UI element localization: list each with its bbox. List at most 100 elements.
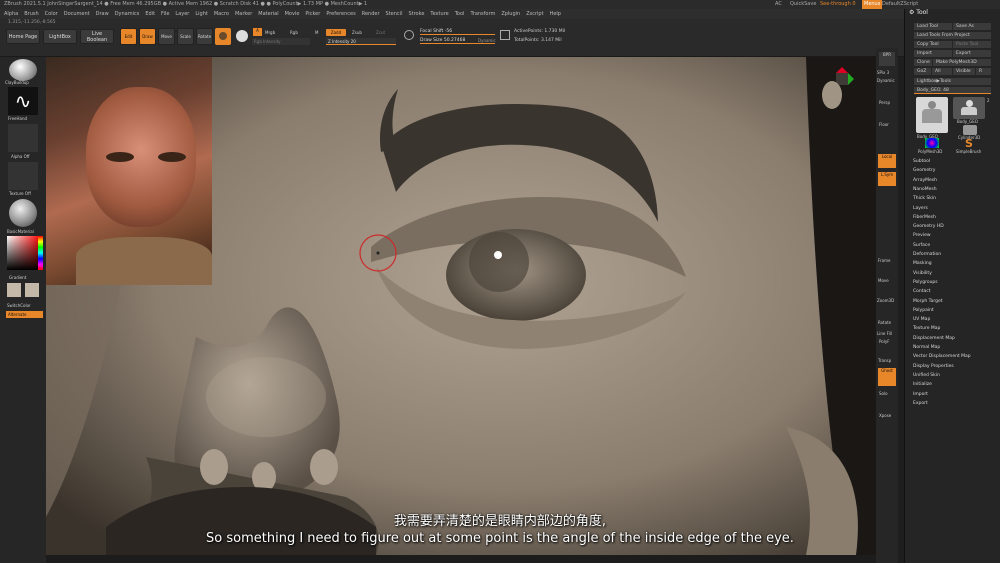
subpalette-morph-target[interactable]: Morph Target	[913, 299, 943, 304]
subpalette-arraymesh[interactable]: ArrayMesh	[913, 178, 937, 183]
rgb-intensity-slider[interactable]: Rgb Intensity	[252, 38, 310, 45]
rgb-button[interactable]: Rgb	[290, 30, 298, 35]
lsym-button[interactable]: L.Sym	[878, 172, 896, 186]
load-tool-button[interactable]: Load Tool	[914, 23, 952, 30]
menu-light[interactable]: Light	[192, 9, 210, 19]
clone-button[interactable]: Clone	[914, 59, 932, 66]
current-tool-slider[interactable]: Body_GEO. 48	[914, 87, 991, 94]
subpalette-polygroups[interactable]: Polygroups	[913, 280, 938, 285]
tool-thumb-body-geo-2[interactable]	[953, 97, 985, 119]
canvas-viewport[interactable]	[46, 57, 876, 555]
see-through-slider[interactable]: See-through 0	[820, 0, 856, 9]
solo-button[interactable]: Solo	[879, 391, 888, 396]
subpalette-surface[interactable]: Surface	[913, 243, 930, 248]
xpose-button[interactable]: Xpose	[879, 413, 891, 418]
focal-shift-slider[interactable]: Focal Shift -56	[420, 28, 495, 35]
subpalette-nanomesh[interactable]: NanoMesh	[913, 187, 937, 192]
save-as-button[interactable]: Save As	[953, 23, 991, 30]
polymesh-thumb-icon[interactable]	[925, 138, 939, 148]
subpalette-preview[interactable]: Preview	[913, 233, 931, 238]
reference-image[interactable]	[46, 57, 212, 285]
subpalette-thick-skin[interactable]: Thick Skin	[913, 196, 936, 201]
subpalette-uv-map[interactable]: UV Map	[913, 317, 930, 322]
goz-button[interactable]: GoZ	[914, 68, 931, 75]
quicksave-button[interactable]: QuickSave	[790, 0, 816, 9]
subpalette-unified-skin[interactable]: Unified Skin	[913, 373, 940, 378]
scale-mode-button[interactable]: Scale	[177, 28, 194, 45]
subpalette-contact[interactable]: Contact	[913, 289, 931, 294]
alpha-thumbnail-icon[interactable]	[8, 124, 38, 152]
zcut-button[interactable]: Zcut	[376, 30, 385, 35]
ghost-button[interactable]: Ghost	[878, 368, 896, 386]
zadd-button[interactable]: Zadd	[326, 29, 346, 36]
menu-stencil[interactable]: Stencil	[383, 9, 406, 19]
subpalette-normal-map[interactable]: Normal Map	[913, 345, 940, 350]
subpalette-geometry-hd[interactable]: Geometry HD	[913, 224, 944, 229]
menu-help[interactable]: Help	[547, 9, 564, 19]
visible-button[interactable]: Visible	[953, 68, 975, 75]
subpalette-fibermesh[interactable]: FiberMesh	[913, 215, 936, 220]
menu-draw[interactable]: Draw	[93, 9, 112, 19]
all-button[interactable]: All	[932, 68, 952, 75]
cylinder-thumb-icon[interactable]	[963, 125, 977, 135]
frame-button[interactable]: Frame	[878, 258, 890, 263]
brush-thumbnail-icon[interactable]	[9, 59, 37, 81]
menu-picker[interactable]: Picker	[302, 9, 323, 19]
zsub-button[interactable]: Zsub	[352, 30, 362, 35]
menu-brush[interactable]: Brush	[21, 9, 41, 19]
floor-button[interactable]: Floor	[879, 122, 889, 127]
zoom3d-button[interactable]: Zoom3D	[877, 298, 894, 303]
menu-dynamics[interactable]: Dynamics	[112, 9, 143, 19]
subpalette-polypaint[interactable]: Polypaint	[913, 308, 934, 313]
paste-tool-button[interactable]: Paste Tool	[953, 41, 991, 48]
subpalette-initialize[interactable]: Initialize	[913, 382, 932, 387]
switch-color-button[interactable]: SwitchColor	[7, 303, 31, 308]
menu-edit[interactable]: Edit	[142, 9, 158, 19]
move-button[interactable]: Move	[878, 278, 889, 283]
transp-button[interactable]: Transp	[878, 358, 891, 363]
menu-macro[interactable]: Macro	[211, 9, 232, 19]
dynamic-button[interactable]: Dynamic	[877, 78, 895, 83]
material-thumbnail-icon[interactable]	[9, 199, 37, 227]
subpalette-visibility[interactable]: Visibility	[913, 271, 932, 276]
spix-button[interactable]: SPix 3	[877, 70, 889, 75]
menu-transform[interactable]: Transform	[467, 9, 498, 19]
menu-marker[interactable]: Marker	[232, 9, 255, 19]
subpalette-vector-displacement-map[interactable]: Vector Displacement Map	[913, 354, 971, 359]
alternate-button[interactable]: Alternate	[6, 311, 43, 318]
menus-button[interactable]: Menus	[862, 0, 883, 9]
a-toggle[interactable]: A	[253, 28, 262, 36]
subpalette-displacement-map[interactable]: Displacement Map	[913, 336, 955, 341]
line-fill-button[interactable]: Line Fill	[877, 331, 892, 336]
bpr-button[interactable]: BPR	[879, 52, 895, 66]
menu-texture[interactable]: Texture	[427, 9, 451, 19]
stroke-thumbnail-icon[interactable]: ∿	[8, 87, 38, 115]
menu-tool[interactable]: Tool	[452, 9, 468, 19]
color-picker[interactable]	[7, 236, 41, 270]
lightbox-button[interactable]: LightBox	[43, 29, 77, 44]
brush-preview-icon[interactable]	[215, 28, 231, 45]
subpalette-export[interactable]: Export	[913, 401, 928, 406]
menu-preferences[interactable]: Preferences	[323, 9, 358, 19]
mrgb-button[interactable]: Mrgb	[265, 30, 275, 35]
rotate-mode-button[interactable]: Rotate	[196, 28, 213, 45]
menu-file[interactable]: File	[158, 9, 172, 19]
subpalette-display-properties[interactable]: Display Properties	[913, 364, 954, 369]
menu-render[interactable]: Render	[359, 9, 383, 19]
load-tools-from-project-button[interactable]: Load Tools From Project	[914, 32, 991, 39]
tool-thumb-body-geo[interactable]	[916, 97, 948, 133]
polyf-button[interactable]: PolyF	[879, 339, 890, 344]
copy-tool-button[interactable]: Copy Tool	[914, 41, 952, 48]
head-gizmo-icon[interactable]	[822, 81, 842, 109]
local-button[interactable]: Local	[878, 154, 896, 168]
subpalette-texture-map[interactable]: Texture Map	[913, 326, 940, 331]
subpalette-subtool[interactable]: Subtool	[913, 159, 930, 164]
dynamic-toggle[interactable]: Dynamic	[478, 38, 496, 43]
menu-material[interactable]: Material	[255, 9, 281, 19]
subpalette-geometry[interactable]: Geometry	[913, 168, 935, 173]
main-color-swatch[interactable]	[7, 283, 21, 297]
edit-mode-button[interactable]: Edit	[120, 28, 137, 45]
subpalette-masking[interactable]: Masking	[913, 261, 932, 266]
ac-button[interactable]: AC	[775, 0, 782, 9]
texture-thumbnail-icon[interactable]	[8, 162, 38, 190]
